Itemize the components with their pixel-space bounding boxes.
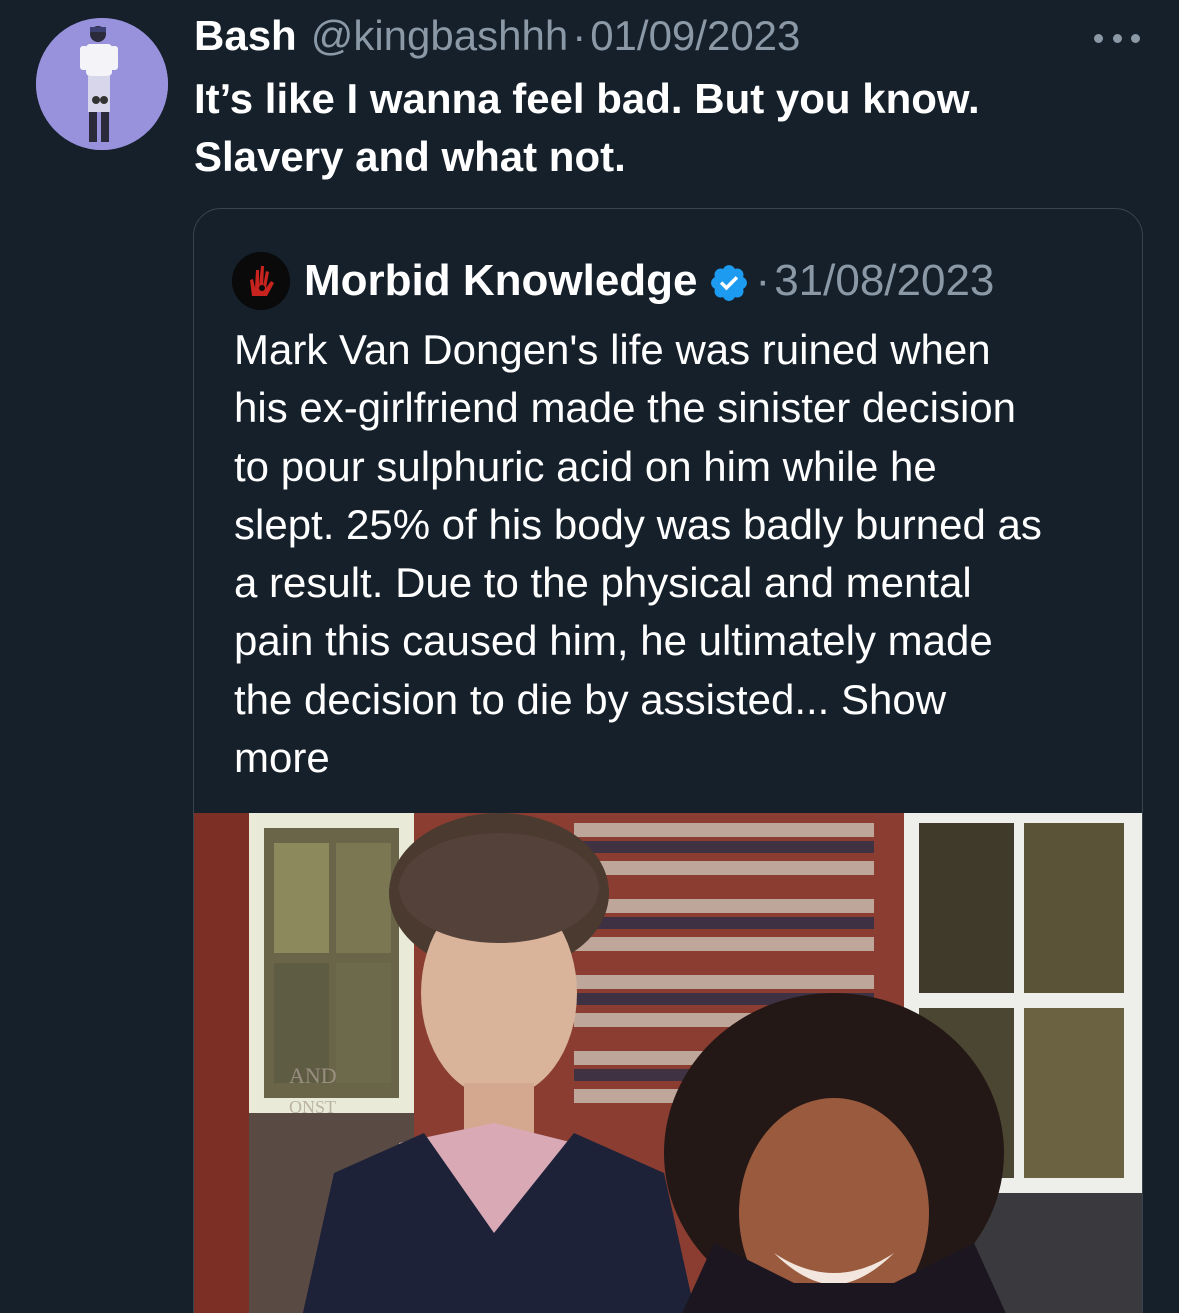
image-sign-text: AND <box>289 1063 337 1088</box>
more-options-icon[interactable] <box>1094 20 1140 56</box>
tweet-header: Bash @kingbashhh · 01/09/2023 <box>194 12 800 62</box>
tweet-text-line: It’s like I wanna feel bad. But you know… <box>194 75 980 122</box>
separator-dot: · <box>755 256 771 305</box>
quoted-tweet-image[interactable]: AND ONST <box>194 813 1142 1313</box>
separator-dot: · <box>572 12 587 59</box>
quoted-tweet-card[interactable]: Morbid Knowledge · 31/08/2023 Mark Van D… <box>193 208 1143 1313</box>
verified-badge-icon <box>710 265 747 301</box>
tweet-date[interactable]: 01/09/2023 <box>590 12 800 60</box>
display-name[interactable]: Bash <box>194 12 297 60</box>
quoted-text-body: Mark Van Dongen's life was ruined when h… <box>234 326 1042 723</box>
tweet: Bash @kingbashhh · 01/09/2023 It’s like … <box>0 0 1179 1313</box>
quoted-tweet-text: Mark Van Dongen's life was ruined when h… <box>234 321 1114 787</box>
tweet-text-line: Slavery and what not. <box>194 133 626 180</box>
tweet-text: It’s like I wanna feel bad. But you know… <box>194 70 1114 186</box>
quoted-tweet-date[interactable]: 31/08/2023 <box>774 256 994 306</box>
quoted-display-name[interactable]: Morbid Knowledge <box>304 256 698 306</box>
user-handle[interactable]: @kingbashhh <box>311 12 568 60</box>
quoted-tweet-header: Morbid Knowledge · 31/08/2023 <box>232 252 994 310</box>
user-avatar[interactable] <box>36 18 168 150</box>
image-sign-text: ONST <box>289 1097 336 1117</box>
quoted-user-avatar[interactable] <box>232 252 290 310</box>
